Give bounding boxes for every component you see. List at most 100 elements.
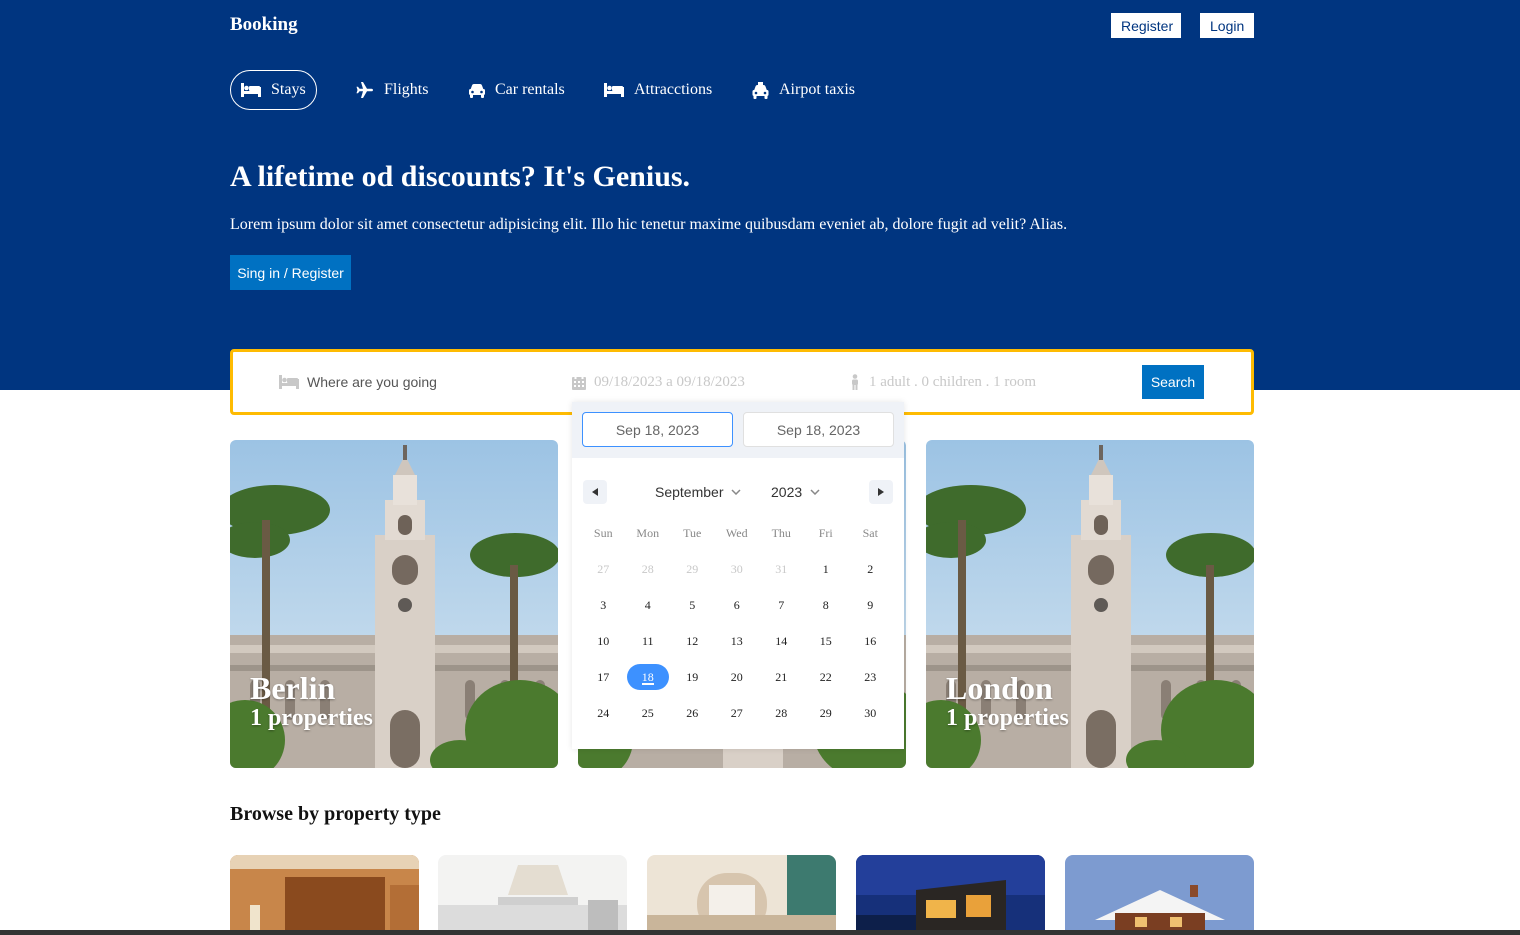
hotel-room-photo — [230, 855, 419, 935]
calendar-day-number: 31 — [775, 561, 788, 576]
calendar-day[interactable]: 1 — [804, 551, 849, 587]
calendar-day-number: 7 — [778, 597, 785, 612]
calendar-day[interactable]: 30 — [848, 695, 893, 731]
calendar-day-number: 1 — [822, 561, 829, 576]
hero-description: Lorem ipsum dolor sit amet consectetur a… — [230, 216, 1068, 233]
date-picker-popup: Sep 18, 2023 Sep 18, 2023 September 2023… — [572, 402, 904, 749]
calendar-day-number: 4 — [644, 597, 651, 612]
bed-icon — [604, 83, 624, 97]
calendar-day[interactable]: 21 — [759, 659, 804, 695]
calendar-day-number: 16 — [864, 633, 877, 648]
calendar-day[interactable]: 27 — [715, 695, 760, 731]
calendar-day-number: 24 — [597, 705, 610, 720]
hero-banner — [0, 0, 1520, 390]
calendar-day[interactable]: 10 — [581, 623, 626, 659]
month-select-value: September — [655, 484, 724, 500]
calendar-day[interactable]: 19 — [670, 659, 715, 695]
calendar-day[interactable]: 4 — [626, 587, 671, 623]
calendar-day[interactable]: 12 — [670, 623, 715, 659]
hero-title: A lifetime od discounts? It's Genius. — [230, 160, 691, 193]
calendar-day[interactable]: 27 — [581, 551, 626, 587]
calendar-day-selected[interactable]: 18 — [626, 659, 671, 695]
cabin-photo — [1065, 855, 1254, 935]
weekday-label: Sun — [593, 525, 613, 540]
featured-card-berlin[interactable]: Berlin 1 properties — [230, 440, 558, 768]
calendar-day-number: 17 — [597, 669, 610, 684]
nav-item-label: Flights — [384, 81, 429, 98]
calendar-day[interactable]: 15 — [804, 623, 849, 659]
next-month-button[interactable] — [869, 480, 893, 504]
weekday-label: Fri — [818, 525, 833, 540]
featured-card-london[interactable]: London 1 properties — [926, 440, 1254, 768]
calendar-day[interactable]: 30 — [715, 551, 760, 587]
property-type-card[interactable] — [438, 855, 627, 935]
calendar-day[interactable]: 14 — [759, 623, 804, 659]
calendar-day-number: 11 — [641, 633, 654, 648]
calendar-day[interactable]: 17 — [581, 659, 626, 695]
calendar-day-number: 10 — [597, 633, 610, 648]
brand-logo[interactable]: Booking — [230, 14, 298, 36]
calendar-day-number: 26 — [686, 705, 699, 720]
month-select[interactable]: September — [655, 482, 742, 502]
calendar-icon — [572, 374, 586, 390]
prev-month-button[interactable] — [583, 480, 607, 504]
calendar-day[interactable]: 6 — [715, 587, 760, 623]
taxi-icon — [752, 81, 769, 99]
start-date-display[interactable]: Sep 18, 2023 — [582, 412, 733, 447]
calendar-day[interactable]: 16 — [848, 623, 893, 659]
resort-room-photo — [647, 855, 836, 935]
calendar-day-number: 30 — [730, 561, 743, 576]
calendar-day[interactable]: 22 — [804, 659, 849, 695]
calendar-day[interactable]: 29 — [670, 551, 715, 587]
calendar-day[interactable]: 13 — [715, 623, 760, 659]
login-button[interactable]: Login — [1200, 13, 1254, 38]
calendar-day[interactable]: 28 — [626, 551, 671, 587]
bottom-scrollbar — [0, 930, 1520, 935]
property-type-card[interactable] — [1065, 855, 1254, 935]
city-name: London — [946, 670, 1053, 706]
weekday-label: Thu — [771, 525, 791, 540]
destination-field[interactable] — [279, 352, 537, 412]
caret-left-icon — [592, 488, 598, 496]
calendar-day[interactable]: 2 — [848, 551, 893, 587]
year-select[interactable]: 2023 — [771, 482, 820, 502]
destination-input[interactable] — [307, 374, 537, 390]
calendar-day[interactable]: 3 — [581, 587, 626, 623]
calendar-day[interactable]: 29 — [804, 695, 849, 731]
sign-in-register-button[interactable]: Sing in / Register — [230, 255, 351, 290]
calendar-day-number: 29 — [819, 705, 832, 720]
end-date-display[interactable]: Sep 18, 2023 — [743, 412, 894, 447]
nav-item-car-rentals[interactable]: Car rentals — [469, 70, 565, 110]
calendar-day[interactable]: 11 — [626, 623, 671, 659]
guests-text: 1 adult . 0 children . 1 room — [869, 373, 1037, 390]
property-type-card[interactable] — [856, 855, 1045, 935]
calendar-day[interactable]: 5 — [670, 587, 715, 623]
calendar-day-number: 21 — [775, 669, 788, 684]
weekday-label: Tue — [683, 525, 702, 540]
calendar-day[interactable]: 25 — [626, 695, 671, 731]
calendar-day[interactable]: 31 — [759, 551, 804, 587]
caret-right-icon — [878, 488, 884, 496]
calendar-day[interactable]: 9 — [848, 587, 893, 623]
nav-item-attractions[interactable]: Attracctions — [604, 70, 712, 110]
calendar-day-number: 2 — [867, 561, 874, 576]
nav-item-flights[interactable]: Flights — [356, 70, 428, 110]
nav-item-stays[interactable]: Stays — [230, 70, 317, 110]
property-type-card[interactable] — [647, 855, 836, 935]
calendar-day[interactable]: 7 — [759, 587, 804, 623]
calendar-day-number: 28 — [775, 705, 788, 720]
calendar-day[interactable]: 8 — [804, 587, 849, 623]
calendar-day[interactable]: 24 — [581, 695, 626, 731]
search-button[interactable]: Search — [1142, 365, 1204, 399]
calendar-day[interactable]: 26 — [670, 695, 715, 731]
car-icon — [469, 83, 485, 98]
year-select-value: 2023 — [771, 484, 803, 500]
city-properties-count: 1 properties — [250, 705, 373, 731]
bed-icon — [279, 375, 299, 389]
calendar-day[interactable]: 20 — [715, 659, 760, 695]
property-type-card[interactable] — [230, 855, 419, 935]
register-button[interactable]: Register — [1111, 13, 1181, 38]
nav-item-airport-taxis[interactable]: Airpot taxis — [752, 70, 855, 110]
calendar-day[interactable]: 23 — [848, 659, 893, 695]
calendar-day[interactable]: 28 — [759, 695, 804, 731]
